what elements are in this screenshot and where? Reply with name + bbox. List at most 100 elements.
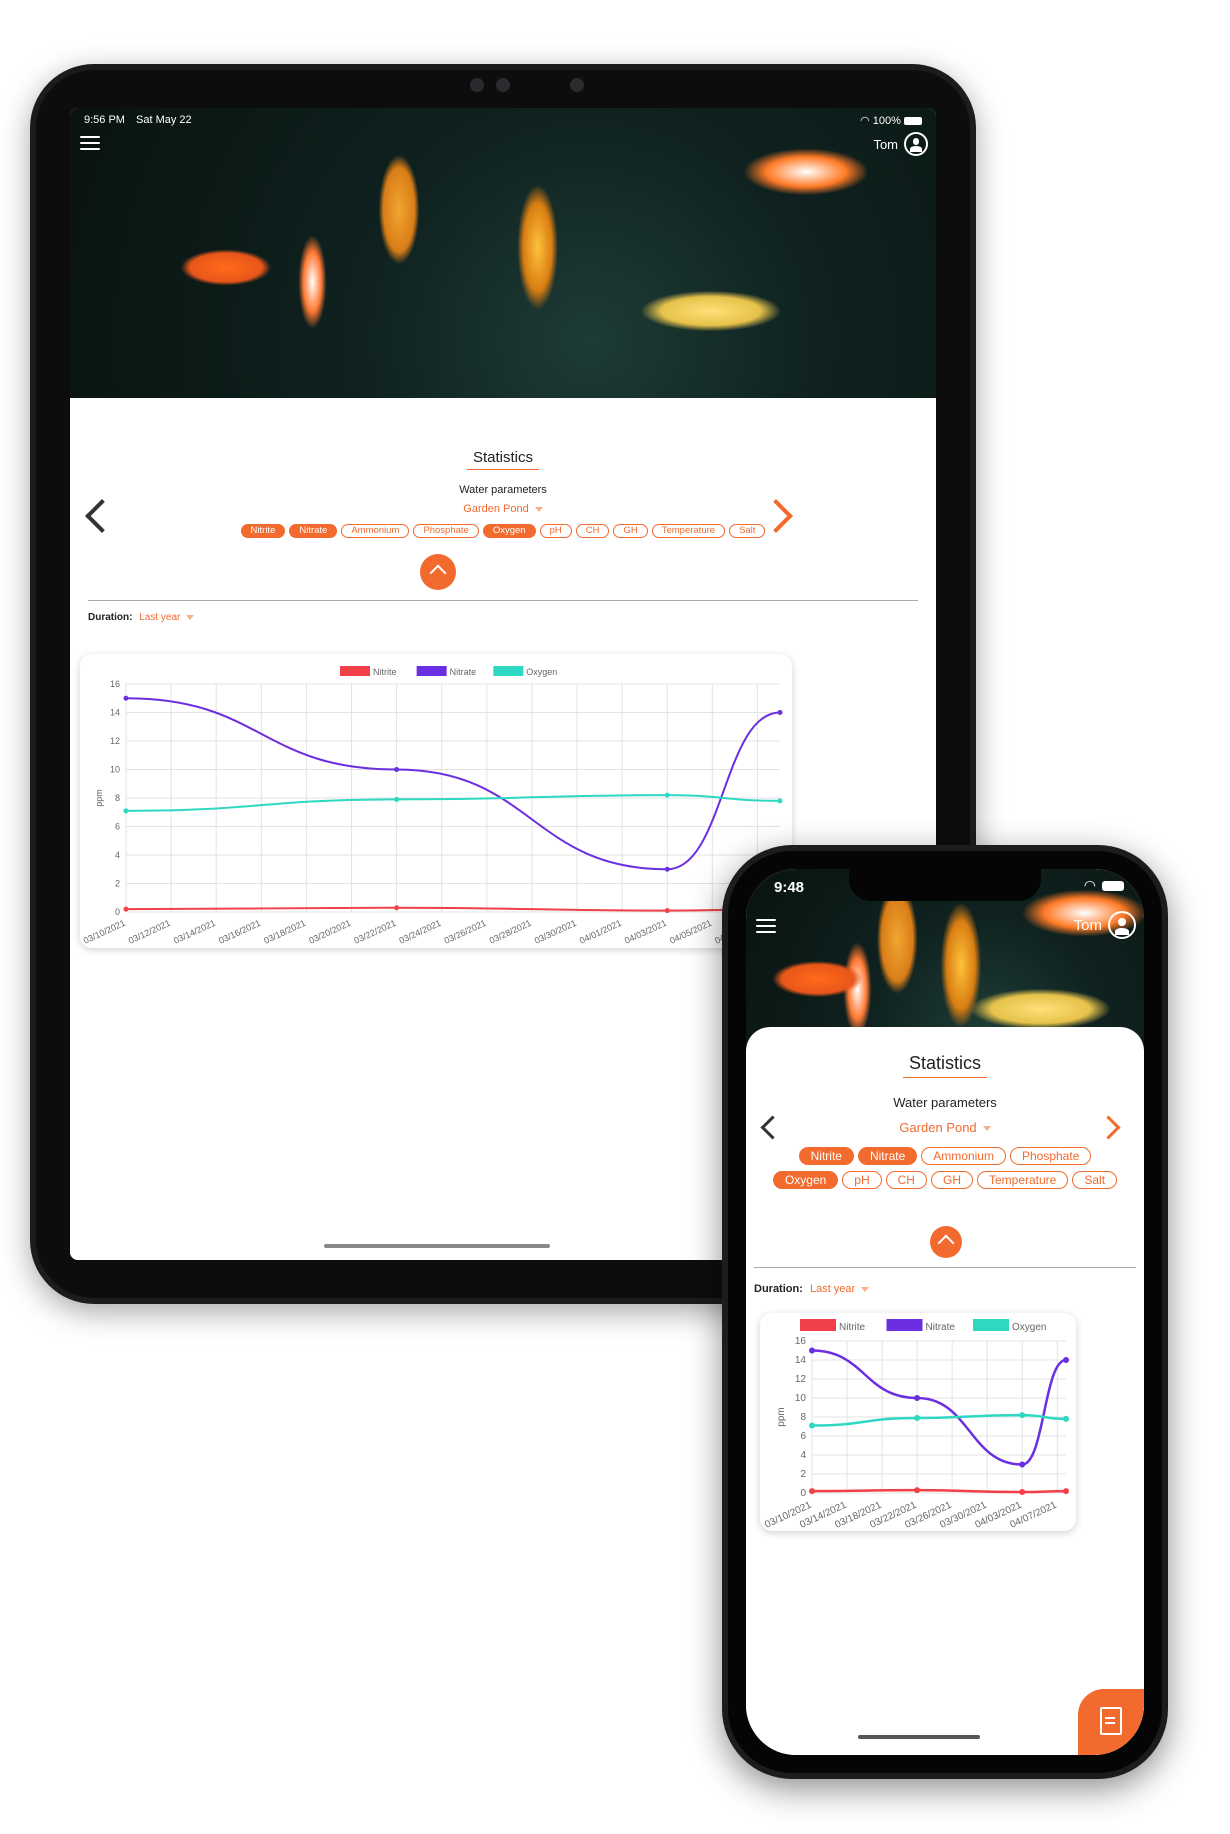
menu-icon[interactable] (80, 136, 100, 150)
data-point-oxygen (394, 796, 400, 802)
pond-selector[interactable]: Garden Pond (70, 503, 936, 515)
data-point-nitrate (777, 710, 783, 715)
legend-label-oxygen: Oxygen (1012, 1322, 1046, 1333)
y-tick-label: 10 (795, 1393, 807, 1404)
divider (754, 1267, 1136, 1268)
parameter-pill-ch[interactable]: CH (575, 524, 610, 538)
y-tick-label: 8 (800, 1412, 806, 1423)
pond-selector[interactable]: Garden Pond (746, 1120, 1144, 1135)
parameter-pill-nitrate[interactable]: Nitrate (289, 524, 338, 538)
parameter-pill-phosphate[interactable]: Phosphate (1009, 1147, 1092, 1165)
status-battery: ◠ 100% (860, 114, 922, 127)
x-tick-label: 03/14/2021 (172, 918, 217, 946)
data-point-nitrite (809, 1488, 815, 1495)
legend-swatch-nitrite (800, 1319, 836, 1331)
legend-swatch-nitrate (886, 1319, 923, 1331)
series-line-nitrite (125, 906, 781, 912)
data-point-nitrite (664, 908, 670, 914)
chevron-down-icon (534, 506, 543, 512)
legend-label-nitrite: Nitrite (373, 667, 397, 677)
duration-filter[interactable]: Duration: Last year (754, 1283, 870, 1295)
data-point-oxygen (777, 798, 783, 804)
data-point-nitrate (809, 1347, 815, 1354)
data-point-oxygen (664, 792, 670, 798)
tablet-sensor (496, 78, 510, 92)
duration-filter[interactable]: Duration: Last year (88, 612, 195, 623)
page-title: Statistics (70, 449, 936, 470)
data-point-nitrite (914, 1487, 921, 1494)
parameter-pill-salt[interactable]: Salt (1072, 1171, 1118, 1189)
data-point-nitrite (1019, 1489, 1026, 1496)
section-subtitle: Water parameters (893, 1095, 997, 1110)
duration-value: Last year (809, 1283, 856, 1295)
phone-notch (849, 869, 1041, 901)
battery-icon (1102, 881, 1124, 891)
y-tick-label: 12 (795, 1374, 807, 1385)
x-tick-label: 03/26/2021 (443, 918, 488, 946)
parameter-pill-ammonium[interactable]: Ammonium (921, 1147, 1006, 1165)
data-point-oxygen (809, 1422, 815, 1429)
parameter-pill-temperature[interactable]: Temperature (651, 524, 726, 538)
parameter-pill-salt[interactable]: Salt (729, 524, 766, 538)
tablet-camera (470, 78, 484, 92)
y-tick-label: 8 (115, 793, 120, 803)
parameter-pill-ch[interactable]: CH (885, 1171, 927, 1189)
report-document-button[interactable] (1078, 1689, 1144, 1755)
section-subtitle: Water parameters (459, 484, 547, 496)
x-tick-label: 04/05/2021 (668, 918, 713, 946)
legend-swatch-oxygen (973, 1319, 1009, 1331)
y-tick-label: 0 (115, 907, 120, 917)
menu-icon[interactable] (756, 919, 776, 933)
data-point-nitrate (394, 767, 400, 772)
legend-swatch-oxygen (493, 666, 524, 676)
x-tick-label: 03/24/2021 (398, 918, 443, 946)
collapse-button[interactable] (930, 1226, 962, 1258)
parameter-chart: Nitrite Nitrate Oxygen 0 2 4 6 8 10 12 14 16 03/10/2… (80, 654, 792, 948)
series-line-nitrate (125, 697, 781, 871)
x-tick-label: 03/18/2021 (262, 918, 307, 946)
duration-label: Duration: (754, 1283, 803, 1295)
wifi-icon: ◠ (1083, 877, 1096, 893)
parameter-pill-nitrite[interactable]: Nitrite (798, 1147, 854, 1165)
x-tick-label: 03/10/2021 (82, 918, 127, 946)
battery-icon (904, 117, 922, 126)
status-date: Sat May 22 (136, 114, 192, 126)
legend-label-nitrite: Nitrite (839, 1322, 866, 1333)
parameter-pill-temperature[interactable]: Temperature (976, 1171, 1069, 1189)
data-point-oxygen (123, 808, 129, 814)
y-tick-label: 0 (800, 1488, 806, 1499)
parameter-filter-pills: Nitrite Nitrate Ammonium Phosphate Oxygen pH C… (764, 1147, 1126, 1189)
duration-label: Duration: (88, 612, 133, 623)
parameter-pill-oxygen[interactable]: Oxygen (482, 524, 536, 538)
x-tick-label: 03/30/2021 (533, 918, 578, 946)
y-axis-label: ppm (776, 1407, 787, 1426)
data-point-oxygen (1063, 1415, 1069, 1422)
parameter-pill-gh[interactable]: GH (613, 524, 648, 538)
parameter-pill-nitrate[interactable]: Nitrate (857, 1147, 918, 1165)
user-avatar-icon (1108, 911, 1136, 939)
collapse-button[interactable] (420, 554, 456, 590)
user-profile[interactable]: Tom (1074, 911, 1136, 939)
status-time: 9:56 PM (84, 114, 125, 126)
data-point-nitrate (123, 695, 129, 701)
line-chart-svg: Nitrite Nitrate Oxygen 0 2 4 6 8 10 12 14 16 03/10/2… (82, 666, 783, 946)
data-point-nitrite (1063, 1488, 1069, 1495)
phone-screen: 9:48 ◠ Tom Statistics Water parameters G… (746, 869, 1144, 1755)
user-name: Tom (873, 136, 898, 152)
legend-swatch-nitrite (340, 666, 370, 676)
x-tick-label: 03/20/2021 (307, 918, 352, 946)
parameter-pill-gh[interactable]: GH (930, 1171, 973, 1189)
parameter-pill-ph[interactable]: pH (842, 1171, 882, 1189)
legend-label-oxygen: Oxygen (526, 667, 557, 677)
parameter-pill-phosphate[interactable]: Phosphate (413, 524, 479, 538)
y-tick-label: 6 (115, 822, 120, 832)
user-profile[interactable]: Tom (873, 132, 928, 156)
y-tick-label: 14 (795, 1355, 807, 1366)
parameter-pill-oxygen[interactable]: Oxygen (772, 1171, 839, 1189)
user-name: Tom (1073, 916, 1102, 934)
parameter-pill-ammonium[interactable]: Ammonium (341, 524, 410, 538)
parameter-pill-ph[interactable]: pH (539, 524, 572, 538)
data-point-nitrate (1063, 1357, 1069, 1363)
parameter-pill-nitrite[interactable]: Nitrite (240, 524, 286, 538)
y-tick-label: 2 (800, 1469, 806, 1480)
